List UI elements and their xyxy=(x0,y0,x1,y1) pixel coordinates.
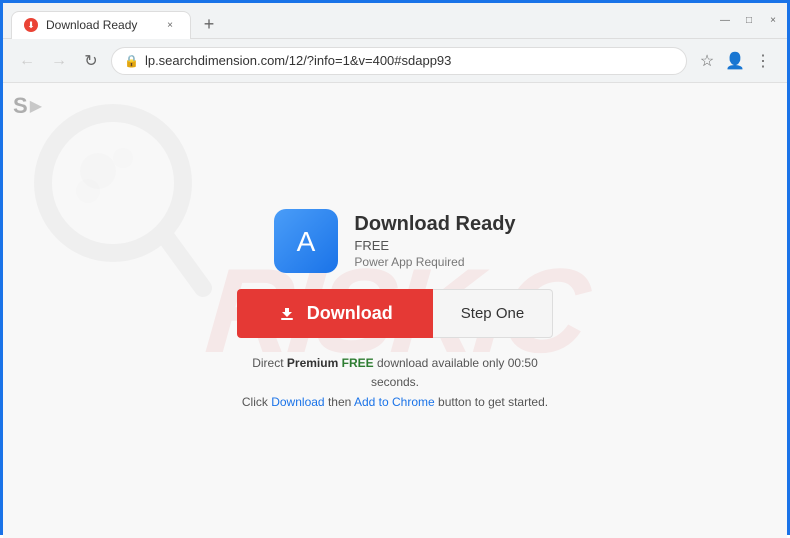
app-requirement: Power App Required xyxy=(354,255,515,269)
magnifier-watermark xyxy=(33,103,213,303)
info-end: button to get started. xyxy=(438,395,548,409)
back-button[interactable]: ← xyxy=(15,49,39,73)
app-info: A Download Ready FREE Power App Required xyxy=(274,209,515,273)
lock-icon: 🔒 xyxy=(124,54,139,68)
main-content: RISK.C S ▶ A Download Ready FREE Power A… xyxy=(3,83,787,538)
bookmark-button[interactable]: ☆ xyxy=(695,49,719,73)
download-button[interactable]: Download xyxy=(237,289,433,338)
download-card: A Download Ready FREE Power App Required… xyxy=(235,209,555,412)
address-actions: ☆ 👤 ⋮ xyxy=(695,49,775,73)
maximize-button[interactable]: □ xyxy=(743,15,755,27)
svg-text:A: A xyxy=(297,226,316,257)
forward-button[interactable]: → xyxy=(47,49,71,73)
address-bar: ← → ↻ 🔒 lp.searchdimension.com/12/?info=… xyxy=(3,39,787,83)
info-click: Click xyxy=(242,395,268,409)
info-text: Direct Premium FREE download available o… xyxy=(235,354,555,412)
url-text: lp.searchdimension.com/12/?info=1&v=400#… xyxy=(145,53,451,68)
logo-arrow: ▶ xyxy=(30,96,42,116)
action-buttons: Download Step One xyxy=(237,289,553,338)
menu-button[interactable]: ⋮ xyxy=(751,49,775,73)
title-bar: ⬇ Download Ready × + — □ × xyxy=(3,3,787,39)
info-direct: Direct xyxy=(252,356,283,370)
app-price: FREE xyxy=(354,238,515,253)
tab-bar: ⬇ Download Ready × + xyxy=(11,3,719,39)
app-icon: A xyxy=(274,209,338,273)
app-name: Download Ready xyxy=(354,213,515,236)
tab-favicon: ⬇ xyxy=(24,18,38,32)
account-button[interactable]: 👤 xyxy=(723,49,747,73)
download-arrow-icon xyxy=(277,304,297,324)
minimize-button[interactable]: — xyxy=(719,15,731,27)
step-one-button[interactable]: Step One xyxy=(433,289,553,338)
info-download-link[interactable]: Download xyxy=(271,395,324,409)
refresh-button[interactable]: ↻ xyxy=(79,49,103,73)
browser-tab[interactable]: ⬇ Download Ready × xyxy=(11,11,191,39)
site-logo: S ▶ xyxy=(13,93,42,119)
info-premium: Premium xyxy=(287,356,338,370)
window-controls: — □ × xyxy=(719,15,779,27)
tab-close-button[interactable]: × xyxy=(162,17,178,33)
tab-title: Download Ready xyxy=(46,18,154,32)
info-rest: download available only 00:50 seconds. xyxy=(371,356,538,389)
logo-s: S xyxy=(13,93,28,119)
info-add-to-chrome-link[interactable]: Add to Chrome xyxy=(354,395,435,409)
info-then: then xyxy=(328,395,351,409)
url-bar[interactable]: 🔒 lp.searchdimension.com/12/?info=1&v=40… xyxy=(111,47,687,75)
download-button-label: Download xyxy=(307,303,393,324)
app-details: Download Ready FREE Power App Required xyxy=(354,213,515,269)
info-free: FREE xyxy=(342,356,374,370)
window-close-button[interactable]: × xyxy=(767,15,779,27)
new-tab-button[interactable]: + xyxy=(195,11,223,39)
